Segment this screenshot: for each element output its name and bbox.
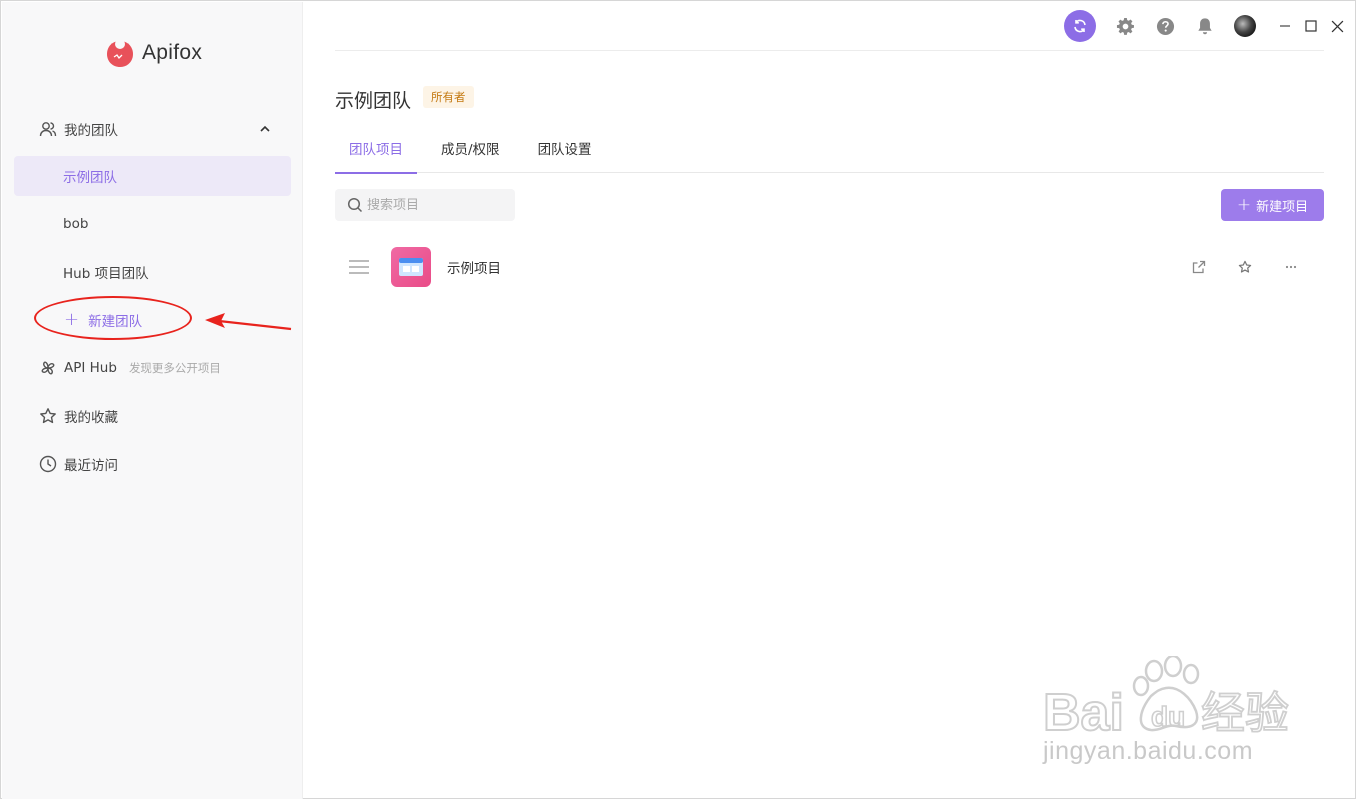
settings-button[interactable]	[1114, 15, 1136, 37]
open-external-button[interactable]	[1188, 256, 1210, 278]
bell-icon	[1198, 17, 1212, 34]
sidebar-team-hub[interactable]: Hub 项目团队	[14, 252, 291, 292]
svg-text:Bai: Bai	[1043, 684, 1124, 742]
new-project-button[interactable]: + 新建项目	[1221, 189, 1324, 221]
notifications-button[interactable]	[1194, 15, 1216, 37]
my-teams-label: 我的团队	[64, 123, 118, 139]
search-icon	[347, 197, 363, 213]
drag-handle-icon[interactable]	[349, 260, 369, 274]
sidebar: Apifox 我的团队 示例团队 bob Hub 项目团队 + 新建团队 API…	[2, 2, 303, 799]
sidebar-team-bob[interactable]: bob	[14, 204, 291, 244]
project-thumbnail-icon	[391, 247, 431, 287]
chevron-up-icon[interactable]	[257, 121, 273, 137]
star-icon	[1238, 260, 1252, 273]
help-button[interactable]	[1154, 15, 1176, 37]
close-icon	[1331, 20, 1343, 32]
project-name[interactable]: 示例项目	[447, 257, 501, 277]
api-hub-icon	[38, 358, 58, 378]
app-logo: Apifox	[102, 35, 202, 71]
team-label: Hub 项目团队	[63, 266, 149, 282]
sidebar-favorites[interactable]: 我的收藏	[14, 396, 291, 436]
sync-icon	[1074, 19, 1086, 33]
tab-team-settings[interactable]: 团队设置	[524, 135, 606, 173]
star-icon	[38, 406, 58, 426]
users-icon	[38, 119, 58, 139]
apifox-logo-icon	[107, 39, 133, 67]
top-toolbar	[1064, 10, 1344, 42]
user-avatar[interactable]	[1234, 15, 1256, 37]
favorites-label: 我的收藏	[64, 410, 118, 426]
api-hub-label: API Hub	[64, 360, 117, 376]
minimize-icon	[1280, 25, 1290, 27]
more-icon	[1285, 265, 1297, 269]
clock-icon	[38, 454, 58, 474]
close-button[interactable]	[1330, 19, 1344, 33]
team-label: 示例团队	[63, 170, 117, 186]
svg-text:du: du	[1151, 701, 1185, 732]
maximize-button[interactable]	[1304, 19, 1318, 33]
svg-text:经验: 经验	[1201, 688, 1289, 739]
project-search	[335, 189, 515, 221]
sidebar-team-example[interactable]: 示例团队	[14, 156, 291, 196]
maximize-icon	[1305, 20, 1317, 32]
minimize-button[interactable]	[1278, 19, 1292, 33]
role-badge: 所有者	[423, 86, 474, 108]
sidebar-api-hub[interactable]: API Hub 发现更多公开项目	[14, 348, 291, 388]
project-row-actions	[1164, 256, 1302, 278]
gear-icon	[1116, 17, 1134, 35]
team-tabs: 团队项目 成员/权限 团队设置	[335, 135, 1324, 174]
tab-members-permissions[interactable]: 成员/权限	[427, 135, 514, 173]
app-window: Apifox 我的团队 示例团队 bob Hub 项目团队 + 新建团队 API…	[0, 0, 1356, 799]
team-label: bob	[63, 216, 89, 232]
watermark-text: jingyan.baidu.com	[1043, 737, 1254, 765]
recent-label: 最近访问	[64, 458, 118, 474]
divider	[335, 50, 1324, 51]
sidebar-my-teams[interactable]: 我的团队	[14, 109, 291, 149]
tab-team-projects[interactable]: 团队项目	[335, 135, 417, 174]
page-title: 示例团队	[335, 90, 412, 112]
api-hub-sublabel: 发现更多公开项目	[128, 361, 221, 375]
sync-button[interactable]	[1064, 10, 1096, 42]
new-project-label: 新建项目	[1256, 199, 1309, 215]
help-icon	[1156, 17, 1174, 35]
app-name: Apifox	[142, 41, 203, 64]
external-link-icon	[1192, 260, 1206, 274]
sidebar-recent[interactable]: 最近访问	[14, 444, 291, 484]
search-input[interactable]	[367, 197, 507, 213]
more-button[interactable]	[1280, 256, 1302, 278]
annotation-arrow-icon	[205, 313, 292, 331]
project-row[interactable]: 示例项目	[335, 242, 1324, 292]
favorite-button[interactable]	[1234, 256, 1256, 278]
plus-icon: +	[1236, 194, 1252, 215]
annotation-ellipse	[34, 296, 192, 340]
